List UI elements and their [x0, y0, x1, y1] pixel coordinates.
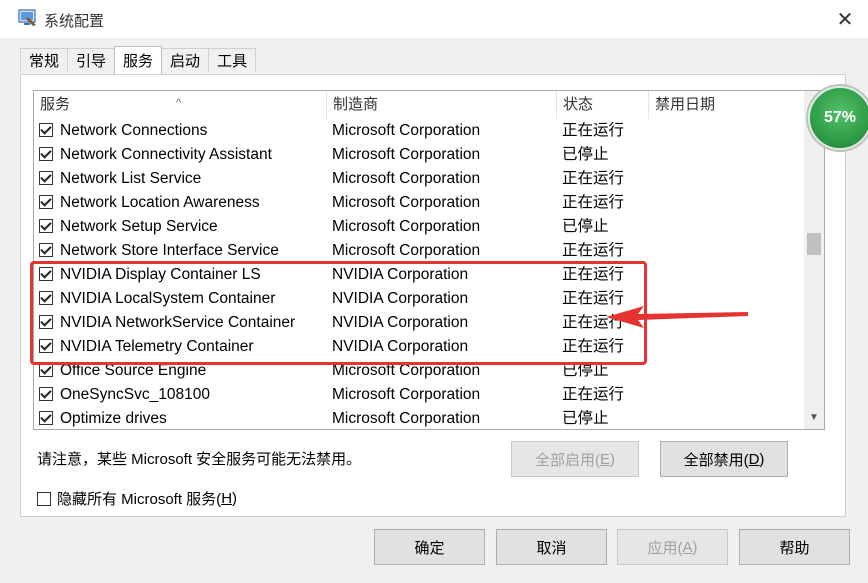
table-row[interactable]: NVIDIA Telemetry Container NVIDIA Corpora… — [34, 335, 804, 359]
tab-services[interactable]: 服务 — [114, 46, 163, 74]
manufacturer-cell: Microsoft Corporation — [332, 122, 481, 139]
service-name-cell: Network List Service — [60, 170, 202, 187]
close-button[interactable]: ✕ — [822, 0, 868, 38]
service-checkbox[interactable] — [39, 147, 53, 161]
service-name-cell: Network Connections — [60, 122, 208, 139]
services-list: 服务 ^ 制造商 状态 禁用日期 Network Connections Micr… — [33, 90, 825, 430]
manufacturer-cell: Microsoft Corporation — [332, 146, 481, 163]
manufacturer-cell: Microsoft Corporation — [332, 362, 481, 379]
service-name-cell: Network Store Interface Service — [60, 242, 279, 259]
column-header-manufacturer[interactable]: 制造商 — [326, 91, 556, 119]
service-checkbox[interactable] — [39, 315, 53, 329]
hide-ms-services-checkbox[interactable]: 隐藏所有 Microsoft 服务(H) — [37, 488, 237, 509]
service-checkbox[interactable] — [39, 243, 53, 257]
window-title: 系统配置 — [44, 13, 105, 30]
apply-button[interactable]: 应用(A) — [617, 529, 728, 565]
scroll-down-icon[interactable]: ▼ — [809, 412, 819, 423]
checkbox-box[interactable] — [37, 491, 51, 506]
manufacturer-cell: NVIDIA Corporation — [332, 314, 469, 331]
service-name-cell: NVIDIA Display Container LS — [60, 266, 261, 283]
service-name-cell: NVIDIA NetworkService Container — [60, 314, 296, 331]
scroll-thumb[interactable] — [807, 233, 821, 255]
service-name-cell: Network Location Awareness — [60, 194, 260, 211]
status-cell: 已停止 — [562, 146, 609, 163]
service-name-cell: NVIDIA Telemetry Container — [60, 338, 254, 355]
tab-startup[interactable]: 启动 — [161, 48, 210, 72]
status-cell: 正在运行 — [562, 170, 625, 187]
status-cell: 正在运行 — [562, 266, 625, 283]
manufacturer-cell: Microsoft Corporation — [332, 218, 481, 235]
cancel-button[interactable]: 取消 — [496, 529, 607, 565]
help-button[interactable]: 帮助 — [739, 529, 850, 565]
ok-button[interactable]: 确定 — [374, 529, 485, 565]
service-checkbox[interactable] — [39, 123, 53, 137]
performance-badge[interactable]: 57% — [808, 86, 868, 150]
status-cell: 正在运行 — [562, 338, 625, 355]
table-row[interactable]: Network Location Awareness Microsoft Corp… — [34, 191, 804, 215]
service-checkbox[interactable] — [39, 195, 53, 209]
service-name-cell: Network Connectivity Assistant — [60, 146, 272, 163]
service-name-cell: Network Setup Service — [60, 218, 218, 235]
status-cell: 正在运行 — [562, 122, 625, 139]
tab-tools[interactable]: 工具 — [208, 48, 257, 72]
tab-general[interactable]: 常规 — [20, 48, 69, 72]
table-row[interactable]: Network Connections Microsoft Corporation… — [34, 119, 804, 143]
service-checkbox[interactable] — [39, 339, 53, 353]
service-rows: Network Connections Microsoft Corporation… — [34, 119, 804, 429]
table-row[interactable]: Network Connectivity Assistant Microsoft … — [34, 143, 804, 167]
system-config-window: 系统配置 ✕ 常规 引导 服务 启动 工具 服务 ^ 制造商 状态 禁用日期 N… — [0, 0, 868, 583]
manufacturer-cell: Microsoft Corporation — [332, 410, 481, 427]
manufacturer-cell: NVIDIA Corporation — [332, 290, 469, 307]
table-row[interactable]: NVIDIA LocalSystem Container NVIDIA Corpo… — [34, 287, 804, 311]
msconfig-icon — [18, 9, 36, 26]
column-header-service[interactable]: 服务 ^ — [34, 91, 326, 119]
service-checkbox[interactable] — [39, 411, 53, 425]
table-row[interactable]: OneSyncSvc_108100 Microsoft Corporation 正在… — [34, 383, 804, 407]
service-checkbox[interactable] — [39, 171, 53, 185]
tab-boot[interactable]: 引导 — [67, 48, 116, 72]
close-icon: ✕ — [836, 8, 854, 31]
manufacturer-cell: NVIDIA Corporation — [332, 266, 469, 283]
manufacturer-cell: Microsoft Corporation — [332, 386, 481, 403]
status-cell: 已停止 — [562, 362, 609, 379]
service-checkbox[interactable] — [39, 291, 53, 305]
service-name-cell: Optimize drives — [60, 410, 167, 427]
enable-all-button[interactable]: 全部启用(E) — [511, 441, 639, 477]
column-header-disabled-date[interactable]: 禁用日期 — [648, 91, 804, 119]
sort-ascending-icon: ^ — [176, 97, 182, 109]
service-checkbox[interactable] — [39, 219, 53, 233]
notice-text: 请注意，某些 Microsoft 安全服务可能无法禁用。 — [37, 451, 362, 468]
status-cell: 正在运行 — [562, 242, 625, 259]
table-row[interactable]: Optimize drives Microsoft Corporation 已停止 — [34, 407, 804, 429]
tab-bar: 常规 引导 服务 启动 工具 — [20, 46, 257, 74]
service-name-cell: NVIDIA LocalSystem Container — [60, 290, 276, 307]
manufacturer-cell: Microsoft Corporation — [332, 170, 481, 187]
column-header-service-label: 服务 — [40, 96, 71, 113]
manufacturer-cell: Microsoft Corporation — [332, 194, 481, 211]
table-row[interactable]: NVIDIA NetworkService Container NVIDIA Co… — [34, 311, 804, 335]
list-header: 服务 ^ 制造商 状态 禁用日期 — [34, 91, 804, 119]
status-cell: 正在运行 — [562, 290, 625, 307]
status-cell: 正在运行 — [562, 386, 625, 403]
status-cell: 已停止 — [562, 410, 609, 427]
table-row[interactable]: Office Source Engine Microsoft Corporatio… — [34, 359, 804, 383]
table-row[interactable]: Network List Service Microsoft Corporatio… — [34, 167, 804, 191]
service-name-cell: Office Source Engine — [60, 362, 207, 379]
service-checkbox[interactable] — [39, 267, 53, 281]
service-checkbox[interactable] — [39, 363, 53, 377]
table-row[interactable]: NVIDIA Display Container LS NVIDIA Corpor… — [34, 263, 804, 287]
manufacturer-cell: NVIDIA Corporation — [332, 338, 469, 355]
status-cell: 已停止 — [562, 218, 609, 235]
column-header-status[interactable]: 状态 — [556, 91, 648, 119]
title-bar: 系统配置 ✕ — [0, 0, 868, 38]
disable-all-button[interactable]: 全部禁用(D) — [660, 441, 788, 477]
service-name-cell: OneSyncSvc_108100 — [60, 386, 210, 403]
table-row[interactable]: Network Store Interface Service Microsoft… — [34, 239, 804, 263]
service-checkbox[interactable] — [39, 387, 53, 401]
table-row[interactable]: Network Setup Service Microsoft Corporati… — [34, 215, 804, 239]
manufacturer-cell: Microsoft Corporation — [332, 242, 481, 259]
status-cell: 正在运行 — [562, 194, 625, 211]
status-cell: 正在运行 — [562, 314, 625, 331]
